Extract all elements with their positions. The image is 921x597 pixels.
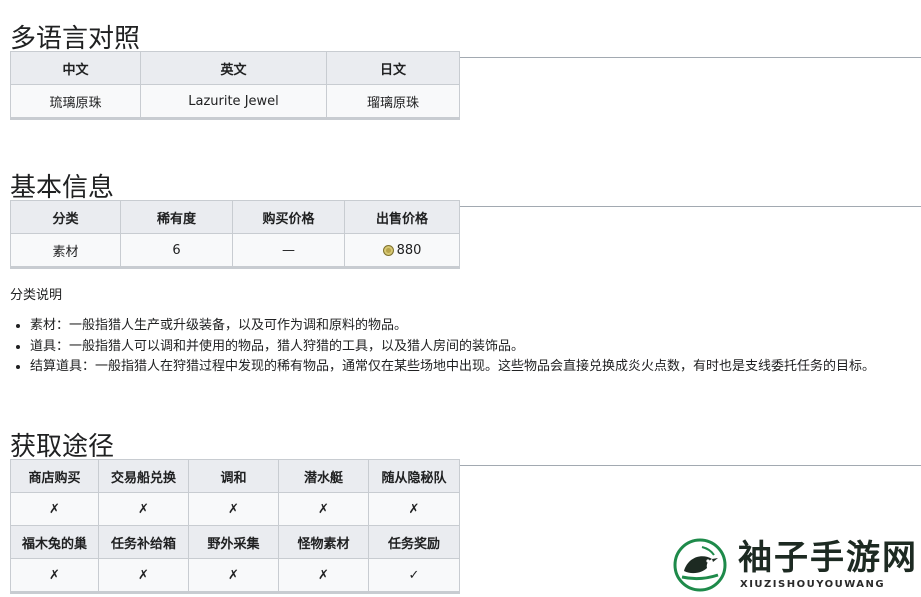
multilang-table: 中文 英文 日文 琉璃原珠 Lazurite Jewel 瑠璃原珠 — [10, 51, 460, 120]
cell-gathering: ✗ — [188, 558, 279, 593]
header-monster-material: 怪物素材 — [278, 525, 369, 559]
header-submarine: 潜水艇 — [278, 459, 369, 493]
acquire-table: 商店购买 交易船兑换 调和 潜水艇 随从隐秘队 ✗ ✗ ✗ ✗ ✗ 福木兔的巢 … — [10, 459, 460, 594]
header-english: 英文 — [140, 51, 327, 85]
table-row: 琉璃原珠 Lazurite Jewel 瑠璃原珠 — [10, 84, 460, 119]
header-supply-box: 任务补给箱 — [98, 525, 189, 559]
cell-monster-material: ✗ — [278, 558, 369, 593]
cell-submarine: ✗ — [278, 492, 369, 526]
table-row: ✗ ✗ ✗ ✗ ✗ — [10, 492, 460, 526]
cell-quest-reward: ✓ — [368, 558, 460, 593]
category-note-list: 素材：一般指猎人生产或升级装备，以及可作为调和原料的物品。 道具：一般指猎人可以… — [10, 316, 875, 378]
header-sell-price: 出售价格 — [344, 200, 460, 234]
header-quest-reward: 任务奖励 — [368, 525, 460, 559]
cell-english-name: Lazurite Jewel — [140, 84, 327, 119]
watermark-name: 袖子手游网 — [738, 538, 918, 578]
header-trade-ship: 交易船兑换 — [98, 459, 189, 493]
cell-category: 素材 — [10, 233, 121, 268]
header-gathering: 野外采集 — [188, 525, 279, 559]
header-chinese: 中文 — [10, 51, 141, 85]
header-buddy-squad: 随从隐秘队 — [368, 459, 460, 493]
header-rarity: 稀有度 — [120, 200, 233, 234]
category-note-label: 分类说明 — [10, 288, 63, 303]
cell-shop: ✗ — [10, 492, 99, 526]
sell-price-value: 880 — [396, 242, 422, 258]
cell-supply-box: ✗ — [98, 558, 189, 593]
header-shop: 商店购买 — [10, 459, 99, 493]
header-combine: 调和 — [188, 459, 279, 493]
list-item: 素材：一般指猎人生产或升级装备，以及可作为调和原料的物品。 — [30, 316, 875, 337]
cell-buy-price: — — [232, 233, 345, 268]
basic-info-table: 分类 稀有度 购买价格 出售价格 素材 6 — 880 — [10, 200, 460, 269]
list-item: 道具：一般指猎人可以调和并使用的物品，猎人狩猎的工具，以及猎人房间的装饰品。 — [30, 337, 875, 358]
table-row: ✗ ✗ ✗ ✗ ✓ — [10, 558, 460, 593]
cell-buddy-squad: ✗ — [368, 492, 460, 526]
header-category: 分类 — [10, 200, 121, 234]
table-row: 素材 6 — 880 — [10, 233, 460, 268]
cell-sell-price: 880 — [344, 233, 460, 268]
header-bunny-nest: 福木兔的巢 — [10, 525, 99, 559]
watermark: 袖子手游网 XIUZISHOUYOUWANG — [672, 537, 921, 597]
cell-rarity: 6 — [120, 233, 233, 268]
header-japanese: 日文 — [326, 51, 460, 85]
header-buy-price: 购买价格 — [232, 200, 345, 234]
watermark-subtitle: XIUZISHOUYOUWANG — [740, 579, 886, 590]
coin-icon — [382, 244, 394, 256]
bird-logo-icon — [673, 538, 727, 592]
cell-bunny-nest: ✗ — [10, 558, 99, 593]
cell-japanese-name: 瑠璃原珠 — [326, 84, 460, 119]
cell-combine: ✗ — [188, 492, 279, 526]
list-item: 结算道具：一般指猎人在狩猎过程中发现的稀有物品，通常仅在某些场地中出现。这些物品… — [30, 357, 875, 378]
cell-chinese-name: 琉璃原珠 — [10, 84, 141, 119]
cell-trade-ship: ✗ — [98, 492, 189, 526]
